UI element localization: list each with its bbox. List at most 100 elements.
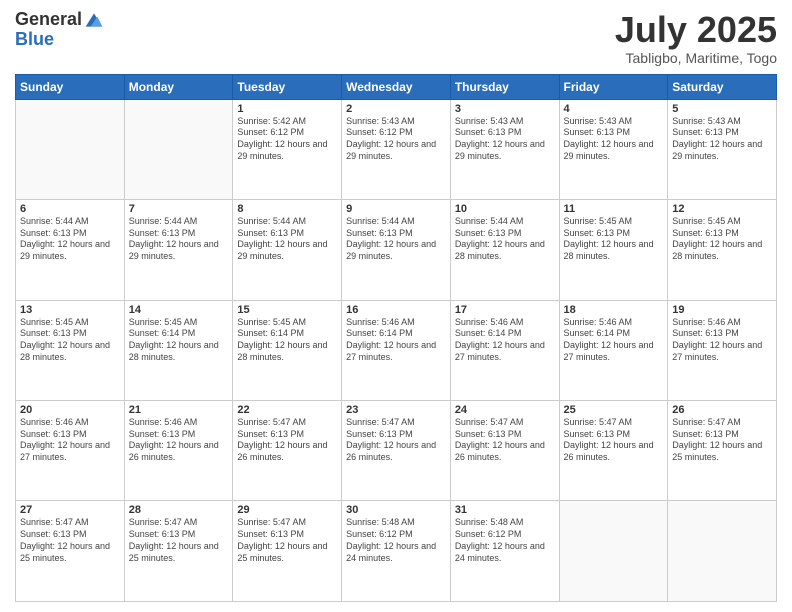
month-title: July 2025 — [615, 10, 777, 50]
title-area: July 2025 Tabligbo, Maritime, Togo — [615, 10, 777, 66]
table-row: 22Sunrise: 5:47 AM Sunset: 6:13 PM Dayli… — [233, 401, 342, 501]
day-number: 27 — [20, 504, 120, 516]
day-info: Sunrise: 5:44 AM Sunset: 6:13 PM Dayligh… — [455, 216, 555, 263]
day-number: 14 — [129, 304, 229, 316]
table-row: 27Sunrise: 5:47 AM Sunset: 6:13 PM Dayli… — [16, 501, 125, 602]
table-row: 24Sunrise: 5:47 AM Sunset: 6:13 PM Dayli… — [450, 401, 559, 501]
day-info: Sunrise: 5:43 AM Sunset: 6:13 PM Dayligh… — [455, 116, 555, 163]
day-info: Sunrise: 5:47 AM Sunset: 6:13 PM Dayligh… — [564, 417, 664, 464]
day-number: 23 — [346, 404, 446, 416]
day-number: 10 — [455, 203, 555, 215]
col-monday: Monday — [124, 74, 233, 99]
calendar-week-0: 1Sunrise: 5:42 AM Sunset: 6:12 PM Daylig… — [16, 99, 777, 199]
table-row: 10Sunrise: 5:44 AM Sunset: 6:13 PM Dayli… — [450, 200, 559, 300]
day-number: 29 — [237, 504, 337, 516]
calendar-week-3: 20Sunrise: 5:46 AM Sunset: 6:13 PM Dayli… — [16, 401, 777, 501]
calendar-table: Sunday Monday Tuesday Wednesday Thursday… — [15, 74, 777, 602]
table-row: 25Sunrise: 5:47 AM Sunset: 6:13 PM Dayli… — [559, 401, 668, 501]
day-info: Sunrise: 5:45 AM Sunset: 6:14 PM Dayligh… — [237, 317, 337, 364]
day-info: Sunrise: 5:46 AM Sunset: 6:14 PM Dayligh… — [346, 317, 446, 364]
day-number: 25 — [564, 404, 664, 416]
day-info: Sunrise: 5:42 AM Sunset: 6:12 PM Dayligh… — [237, 116, 337, 163]
header: General Blue July 2025 Tabligbo, Maritim… — [15, 10, 777, 66]
col-tuesday: Tuesday — [233, 74, 342, 99]
calendar-header-row: Sunday Monday Tuesday Wednesday Thursday… — [16, 74, 777, 99]
day-number: 12 — [672, 203, 772, 215]
day-number: 30 — [346, 504, 446, 516]
day-number: 2 — [346, 103, 446, 115]
table-row: 23Sunrise: 5:47 AM Sunset: 6:13 PM Dayli… — [342, 401, 451, 501]
logo-blue: Blue — [15, 30, 104, 50]
day-info: Sunrise: 5:47 AM Sunset: 6:13 PM Dayligh… — [129, 517, 229, 564]
table-row: 28Sunrise: 5:47 AM Sunset: 6:13 PM Dayli… — [124, 501, 233, 602]
logo-icon — [84, 10, 104, 30]
day-info: Sunrise: 5:47 AM Sunset: 6:13 PM Dayligh… — [346, 417, 446, 464]
day-info: Sunrise: 5:46 AM Sunset: 6:14 PM Dayligh… — [455, 317, 555, 364]
table-row: 26Sunrise: 5:47 AM Sunset: 6:13 PM Dayli… — [668, 401, 777, 501]
day-number: 26 — [672, 404, 772, 416]
day-info: Sunrise: 5:48 AM Sunset: 6:12 PM Dayligh… — [346, 517, 446, 564]
logo-text: General Blue — [15, 10, 104, 50]
day-number: 19 — [672, 304, 772, 316]
day-info: Sunrise: 5:43 AM Sunset: 6:13 PM Dayligh… — [672, 116, 772, 163]
table-row: 21Sunrise: 5:46 AM Sunset: 6:13 PM Dayli… — [124, 401, 233, 501]
day-info: Sunrise: 5:43 AM Sunset: 6:12 PM Dayligh… — [346, 116, 446, 163]
day-info: Sunrise: 5:47 AM Sunset: 6:13 PM Dayligh… — [20, 517, 120, 564]
day-number: 15 — [237, 304, 337, 316]
day-info: Sunrise: 5:48 AM Sunset: 6:12 PM Dayligh… — [455, 517, 555, 564]
day-number: 3 — [455, 103, 555, 115]
table-row — [668, 501, 777, 602]
logo: General Blue — [15, 10, 104, 50]
table-row: 11Sunrise: 5:45 AM Sunset: 6:13 PM Dayli… — [559, 200, 668, 300]
day-number: 6 — [20, 203, 120, 215]
day-info: Sunrise: 5:44 AM Sunset: 6:13 PM Dayligh… — [129, 216, 229, 263]
table-row: 3Sunrise: 5:43 AM Sunset: 6:13 PM Daylig… — [450, 99, 559, 199]
day-number: 4 — [564, 103, 664, 115]
day-number: 18 — [564, 304, 664, 316]
day-number: 16 — [346, 304, 446, 316]
day-info: Sunrise: 5:47 AM Sunset: 6:13 PM Dayligh… — [455, 417, 555, 464]
table-row: 9Sunrise: 5:44 AM Sunset: 6:13 PM Daylig… — [342, 200, 451, 300]
day-number: 1 — [237, 103, 337, 115]
day-number: 11 — [564, 203, 664, 215]
page: General Blue July 2025 Tabligbo, Maritim… — [0, 0, 792, 612]
table-row: 1Sunrise: 5:42 AM Sunset: 6:12 PM Daylig… — [233, 99, 342, 199]
day-info: Sunrise: 5:46 AM Sunset: 6:13 PM Dayligh… — [672, 317, 772, 364]
col-saturday: Saturday — [668, 74, 777, 99]
table-row: 15Sunrise: 5:45 AM Sunset: 6:14 PM Dayli… — [233, 300, 342, 400]
day-number: 24 — [455, 404, 555, 416]
day-info: Sunrise: 5:45 AM Sunset: 6:13 PM Dayligh… — [672, 216, 772, 263]
day-number: 31 — [455, 504, 555, 516]
day-info: Sunrise: 5:47 AM Sunset: 6:13 PM Dayligh… — [237, 517, 337, 564]
day-info: Sunrise: 5:46 AM Sunset: 6:13 PM Dayligh… — [129, 417, 229, 464]
day-number: 7 — [129, 203, 229, 215]
day-number: 28 — [129, 504, 229, 516]
day-info: Sunrise: 5:45 AM Sunset: 6:14 PM Dayligh… — [129, 317, 229, 364]
day-info: Sunrise: 5:44 AM Sunset: 6:13 PM Dayligh… — [20, 216, 120, 263]
table-row: 20Sunrise: 5:46 AM Sunset: 6:13 PM Dayli… — [16, 401, 125, 501]
table-row: 17Sunrise: 5:46 AM Sunset: 6:14 PM Dayli… — [450, 300, 559, 400]
day-info: Sunrise: 5:47 AM Sunset: 6:13 PM Dayligh… — [237, 417, 337, 464]
table-row: 2Sunrise: 5:43 AM Sunset: 6:12 PM Daylig… — [342, 99, 451, 199]
day-info: Sunrise: 5:44 AM Sunset: 6:13 PM Dayligh… — [237, 216, 337, 263]
calendar-week-2: 13Sunrise: 5:45 AM Sunset: 6:13 PM Dayli… — [16, 300, 777, 400]
table-row: 19Sunrise: 5:46 AM Sunset: 6:13 PM Dayli… — [668, 300, 777, 400]
table-row: 16Sunrise: 5:46 AM Sunset: 6:14 PM Dayli… — [342, 300, 451, 400]
table-row: 18Sunrise: 5:46 AM Sunset: 6:14 PM Dayli… — [559, 300, 668, 400]
calendar-week-1: 6Sunrise: 5:44 AM Sunset: 6:13 PM Daylig… — [16, 200, 777, 300]
subtitle: Tabligbo, Maritime, Togo — [615, 50, 777, 66]
day-info: Sunrise: 5:45 AM Sunset: 6:13 PM Dayligh… — [564, 216, 664, 263]
day-number: 21 — [129, 404, 229, 416]
day-info: Sunrise: 5:44 AM Sunset: 6:13 PM Dayligh… — [346, 216, 446, 263]
table-row: 5Sunrise: 5:43 AM Sunset: 6:13 PM Daylig… — [668, 99, 777, 199]
table-row: 14Sunrise: 5:45 AM Sunset: 6:14 PM Dayli… — [124, 300, 233, 400]
table-row: 29Sunrise: 5:47 AM Sunset: 6:13 PM Dayli… — [233, 501, 342, 602]
day-info: Sunrise: 5:47 AM Sunset: 6:13 PM Dayligh… — [672, 417, 772, 464]
table-row — [124, 99, 233, 199]
day-number: 9 — [346, 203, 446, 215]
day-number: 17 — [455, 304, 555, 316]
col-sunday: Sunday — [16, 74, 125, 99]
day-info: Sunrise: 5:46 AM Sunset: 6:13 PM Dayligh… — [20, 417, 120, 464]
day-number: 20 — [20, 404, 120, 416]
table-row: 6Sunrise: 5:44 AM Sunset: 6:13 PM Daylig… — [16, 200, 125, 300]
